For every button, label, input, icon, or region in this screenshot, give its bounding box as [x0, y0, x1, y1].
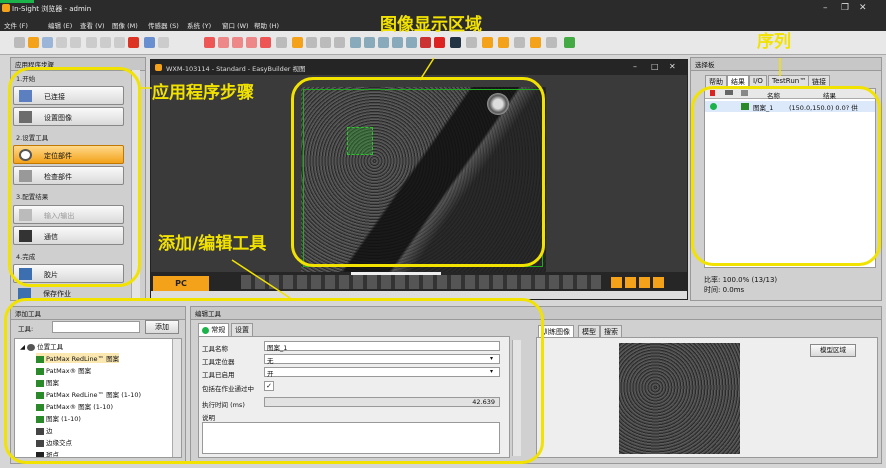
image-arrow: [419, 57, 435, 81]
add-edit-arrow: [231, 259, 291, 299]
annotation-arrows: [138, 57, 781, 299]
